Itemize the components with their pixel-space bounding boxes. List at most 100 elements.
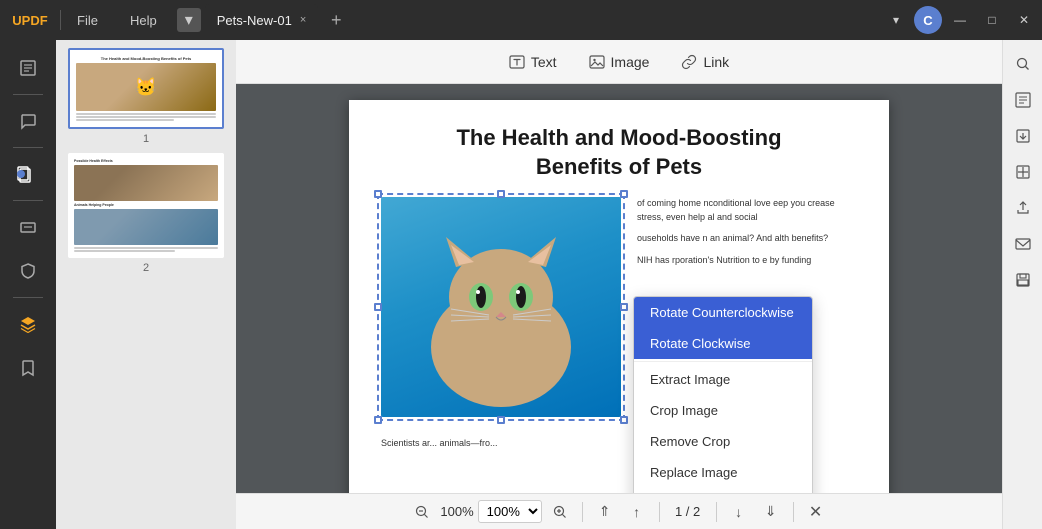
thumb-line-short — [74, 250, 175, 252]
ocr-icon — [1015, 92, 1031, 108]
text-icon — [509, 54, 525, 70]
context-menu-rotate-cw[interactable]: Rotate Clockwise — [634, 328, 812, 359]
sidebar-icon-layers[interactable] — [8, 304, 48, 344]
sidebar-icon-edit[interactable] — [8, 48, 48, 88]
zoom-in-button[interactable] — [546, 498, 574, 526]
context-menu-crop-label: Crop Image — [650, 403, 718, 418]
tab-close-button[interactable]: × — [300, 14, 306, 26]
context-menu-crop[interactable]: Crop Image — [634, 395, 812, 426]
zoom-value: 100% — [440, 504, 473, 519]
page-prev-button[interactable]: ↑ — [623, 498, 651, 526]
right-icon-mail[interactable] — [1007, 228, 1039, 260]
right-icon-save[interactable] — [1007, 264, 1039, 296]
mail-icon — [1015, 236, 1031, 252]
image-icon — [589, 54, 605, 70]
pdf-page-title: The Health and Mood-Boosting Benefits of… — [381, 124, 857, 181]
minimize-button[interactable]: — — [946, 6, 974, 34]
menu-help[interactable]: Help — [114, 0, 173, 40]
context-menu-remove-crop-label: Remove Crop — [650, 434, 730, 449]
user-avatar[interactable]: C — [914, 6, 942, 34]
thumb-cat2-image — [74, 209, 218, 245]
sidebar-icon-comment[interactable] — [8, 101, 48, 141]
bottom-divider-2 — [659, 502, 660, 522]
cat-svg — [381, 197, 621, 417]
right-icon-extract[interactable] — [1007, 120, 1039, 152]
context-menu-sep-1 — [634, 361, 812, 362]
right-icon-compress[interactable] — [1007, 156, 1039, 188]
handle-mr[interactable] — [620, 303, 628, 311]
top-bar: UPDF File Help ▾ Pets-New-01 × + ▾ C — □… — [0, 0, 1042, 40]
bottom-bar: 100% 100%75%125%150% ⇑ ↑ 1 / 2 ↓ ⇓ ✕ — [236, 493, 1002, 529]
handle-bl[interactable] — [374, 416, 382, 424]
sidebar-divider-1 — [13, 94, 43, 95]
pdf-image-wrapper[interactable] — [381, 197, 621, 417]
context-menu-rotate-ccw[interactable]: Rotate Counterclockwise — [634, 297, 812, 328]
sidebar-divider-4 — [13, 297, 43, 298]
thumbnail-page-2[interactable]: Possible Health Effects Animals Helping … — [64, 153, 228, 274]
pdf-viewer: The Health and Mood-Boosting Benefits of… — [236, 84, 1002, 493]
toolbar-link-button[interactable]: Link — [665, 44, 745, 80]
context-menu-delete[interactable]: Delete Image Del — [634, 488, 812, 493]
right-sidebar — [1002, 40, 1042, 529]
thumb-subheading-2: Possible Health Effects — [74, 159, 218, 163]
right-icon-search[interactable] — [1007, 48, 1039, 80]
thumb-cat-placeholder: 🐱 — [76, 63, 216, 111]
toolbar-image-button[interactable]: Image — [573, 44, 666, 80]
handle-br[interactable] — [620, 416, 628, 424]
sidebar-active-indicator — [17, 170, 25, 178]
bottom-close-button[interactable]: ✕ — [802, 498, 830, 526]
sidebar-icon-pages[interactable] — [8, 154, 48, 194]
thumb-dog-image — [74, 165, 218, 201]
thumb-line — [74, 247, 218, 249]
context-menu-extract-label: Extract Image — [650, 372, 730, 387]
maximize-button[interactable]: □ — [978, 6, 1006, 34]
toolbar-text-button[interactable]: Text — [493, 44, 573, 80]
thumbnail-page-1[interactable]: The Health and Mood-Boosting Benefits of… — [64, 48, 228, 145]
context-menu-replace[interactable]: Replace Image — [634, 457, 812, 488]
thumb-subheading-3: Animals Helping People — [74, 203, 218, 207]
bottom-divider-1 — [582, 502, 583, 522]
menu-file[interactable]: File — [61, 0, 114, 40]
page-last-button[interactable]: ⇓ — [757, 498, 785, 526]
close-button[interactable]: ✕ — [1010, 6, 1038, 34]
zoom-select[interactable]: 100%75%125%150% — [478, 500, 542, 523]
zoom-out-button[interactable] — [408, 498, 436, 526]
context-menu-replace-label: Replace Image — [650, 465, 737, 480]
thumb-text-lines-1 — [76, 113, 216, 121]
extract-icon — [1015, 128, 1031, 144]
thumb-page-num-2: 2 — [143, 262, 149, 274]
sidebar-icon-protect[interactable] — [8, 251, 48, 291]
toolbar-link-label: Link — [703, 54, 729, 70]
sidebar-icon-bookmark[interactable] — [8, 348, 48, 388]
right-icon-ocr[interactable] — [1007, 84, 1039, 116]
tab-pets[interactable]: Pets-New-01 × — [205, 4, 319, 36]
page-first-button[interactable]: ⇑ — [591, 498, 619, 526]
context-menu-rotate-cw-label: Rotate Clockwise — [650, 336, 750, 351]
right-icon-share[interactable] — [1007, 192, 1039, 224]
top-bar-menu: File Help — [61, 0, 173, 40]
context-menu-remove-crop[interactable]: Remove Crop — [634, 426, 812, 457]
sidebar-icon-forms[interactable] — [8, 207, 48, 247]
thumb-text-lines-2 — [74, 247, 218, 252]
tab-title: Pets-New-01 — [217, 13, 292, 28]
tab-add-button[interactable]: + — [322, 6, 350, 34]
context-menu-rotate-ccw-label: Rotate Counterclockwise — [650, 305, 794, 320]
context-menu-extract[interactable]: Extract Image — [634, 364, 812, 395]
edit-toolbar: Text Image Link — [236, 40, 1002, 84]
bottom-divider-4 — [793, 502, 794, 522]
handle-tr[interactable] — [620, 190, 628, 198]
thumb-card-1[interactable]: The Health and Mood-Boosting Benefits of… — [68, 48, 224, 129]
tab-dropdown-button[interactable]: ▾ — [177, 8, 201, 32]
thumb-page-num-1: 1 — [143, 133, 149, 145]
thumb-card-2[interactable]: Possible Health Effects Animals Helping … — [68, 153, 224, 258]
link-icon — [681, 54, 697, 70]
page-next-button[interactable]: ↓ — [725, 498, 753, 526]
content-area: Text Image Link The Health and Mood-Boos… — [236, 40, 1002, 529]
app-logo: UPDF — [0, 0, 60, 40]
pdf-page: The Health and Mood-Boosting Benefits of… — [349, 100, 889, 493]
tab-bar-right: ▾ C — □ ✕ — [882, 6, 1042, 34]
tab-more-button[interactable]: ▾ — [882, 6, 910, 34]
handle-bm[interactable] — [497, 416, 505, 424]
compress-icon — [1015, 164, 1031, 180]
left-sidebar — [0, 40, 56, 529]
